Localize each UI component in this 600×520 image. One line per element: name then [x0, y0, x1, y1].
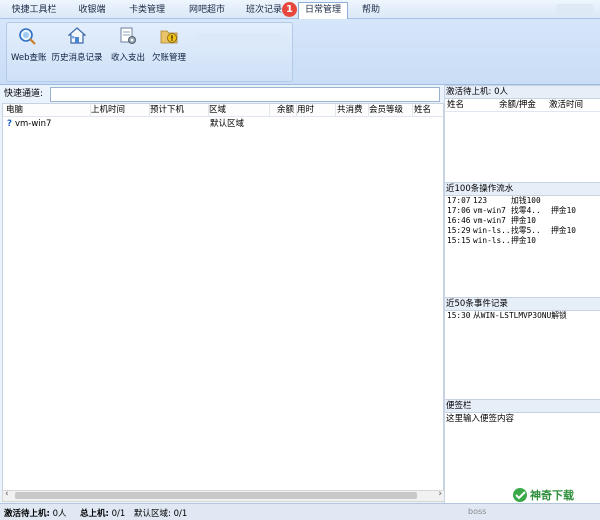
- activate-col-time[interactable]: 激活时间: [549, 99, 583, 111]
- income-expense-button[interactable]: 收入支出: [108, 27, 148, 63]
- col-used-time[interactable]: 用时: [297, 104, 336, 116]
- magnifier-icon: [18, 27, 36, 45]
- activate-title: 激活待上机: 0人: [445, 86, 600, 99]
- event-text: 从WIN-LSTLMVP3ONU解锁: [473, 311, 567, 320]
- tab-cafe-market[interactable]: 网吧超市: [182, 3, 232, 18]
- col-name[interactable]: 姓名: [414, 104, 442, 116]
- op-who: 123: [473, 196, 488, 205]
- scroll-thumb[interactable]: [15, 492, 417, 499]
- col-member-level[interactable]: 会员等级: [369, 104, 413, 116]
- status-area-label: 默认区域:: [134, 509, 171, 519]
- area-cell: 默认区域: [210, 119, 245, 129]
- activate-col-balance[interactable]: 余额/押金: [499, 99, 536, 111]
- watermark-logo: 神奇下载: [510, 484, 598, 506]
- menu-tab-bar: 快捷工具栏 收银端 卡类管理 网吧超市 班次记录 日常管理 帮助 1: [0, 0, 600, 19]
- window-controls[interactable]: [556, 4, 594, 14]
- svg-text:神奇下载: 神奇下载: [530, 488, 574, 502]
- status-online-label: 总上机:: [80, 509, 109, 519]
- col-balance[interactable]: 余额: [270, 104, 297, 116]
- col-area[interactable]: 区域: [209, 104, 270, 116]
- tab-card-management[interactable]: 卡类管理: [122, 3, 172, 18]
- activate-col-name[interactable]: 姓名: [447, 99, 464, 111]
- event-time: 15:30: [447, 311, 471, 320]
- op-who: win-ls..: [473, 236, 511, 245]
- status-activate-label: 激活待上机:: [4, 509, 50, 519]
- op-time: 15:15: [447, 236, 471, 245]
- op-action: 押金10: [511, 236, 536, 245]
- tab-daily-management[interactable]: 日常管理: [298, 2, 348, 19]
- status-online-value: 0/1: [111, 509, 126, 519]
- status-activate: 激活待上机: 0人: [4, 507, 67, 519]
- list-item: 15:15 win-ls.. 押金10: [445, 236, 600, 246]
- computer-name: vm-win7: [14, 119, 52, 129]
- document-gear-icon: [119, 27, 137, 45]
- status-area-value: 0/1: [173, 509, 188, 519]
- tab-cashier[interactable]: 收银端: [72, 3, 112, 18]
- op-extra: 押金10: [551, 206, 576, 215]
- operations-title: 近100条操作流水: [445, 183, 600, 196]
- op-extra: 押金10: [551, 226, 576, 235]
- status-online: 总上机: 0/1: [80, 507, 125, 519]
- debt-management-button[interactable]: 欠账管理: [149, 27, 189, 63]
- events-title: 近50条事件记录: [445, 298, 600, 311]
- quick-channel-label: 快速通道:: [4, 89, 44, 99]
- activate-panel: 激活待上机: 0人 姓名 余额/押金 激活时间: [444, 85, 600, 183]
- op-who: vm-win7: [473, 206, 506, 215]
- op-time: 17:07: [447, 196, 471, 205]
- ribbon-group-daily: Web查账 历史消息记录 收入支出 欠账管理: [6, 22, 293, 82]
- income-expense-label: 收入支出: [110, 53, 145, 63]
- memo-input[interactable]: 这里输入便签内容: [445, 413, 600, 425]
- scroll-right-icon[interactable]: ›: [438, 489, 442, 499]
- status-activate-value: 0人: [52, 509, 67, 519]
- quick-channel-input[interactable]: [50, 87, 440, 102]
- ribbon: Web查账 历史消息记录 收入支出 欠账管理: [0, 19, 600, 85]
- col-start-time[interactable]: 上机时间: [91, 104, 150, 116]
- debt-management-label: 欠账管理: [151, 53, 186, 63]
- web-ledger-label: Web查账: [11, 53, 47, 63]
- op-time: 16:46: [447, 216, 471, 225]
- op-time: 15:29: [447, 226, 471, 235]
- horizontal-scrollbar[interactable]: ‹ ›: [2, 489, 445, 502]
- memo-title: 便签栏: [445, 400, 600, 413]
- op-action: 找零5..: [511, 226, 541, 235]
- op-time: 17:06: [447, 206, 471, 215]
- operations-list: 17:07 123 加钱100 17:06 vm-win7 找零4.. 押金10…: [445, 196, 600, 256]
- computer-cell: ? vm-win7: [7, 118, 51, 130]
- message-history-label: 历史消息记录: [51, 53, 103, 63]
- list-item: 17:07 123 加钱100: [445, 196, 600, 206]
- list-item: 15:30 从WIN-LSTLMVP3ONU解锁: [445, 311, 600, 321]
- table-row[interactable]: ? vm-win7 默认区域: [3, 118, 443, 130]
- list-item: 15:29 win-ls.. 找零5.. 押金10: [445, 226, 600, 236]
- op-action: 找零4..: [511, 206, 541, 215]
- operations-panel: 近100条操作流水 17:07 123 加钱100 17:06 vm-win7 …: [444, 182, 600, 298]
- op-who: win-ls..: [473, 226, 511, 235]
- op-action: 押金10: [511, 216, 536, 225]
- col-expected-end[interactable]: 预计下机: [150, 104, 209, 116]
- message-history-button[interactable]: 历史消息记录: [47, 27, 107, 63]
- status-user: boss: [468, 507, 487, 516]
- tab-shift-records[interactable]: 班次记录: [242, 3, 286, 18]
- op-action: 加钱100: [511, 196, 541, 205]
- tab-help[interactable]: 帮助: [356, 3, 386, 18]
- house-icon: [67, 27, 87, 45]
- col-total-spend[interactable]: 共消费: [337, 104, 369, 116]
- events-list: 15:30 从WIN-LSTLMVP3ONU解锁: [445, 311, 600, 321]
- status-area: 默认区域: 0/1: [134, 507, 187, 519]
- web-ledger-button[interactable]: Web查账: [11, 27, 47, 63]
- scroll-left-icon[interactable]: ‹: [5, 489, 9, 499]
- col-computer[interactable]: 电脑: [6, 104, 91, 116]
- question-mark-icon: ?: [7, 119, 12, 129]
- events-panel: 近50条事件记录 15:30 从WIN-LSTLMVP3ONU解锁: [444, 297, 600, 400]
- computer-table: 电脑 上机时间 预计下机 区域 余额 用时 共消费 会员等级 姓名 ? vm-wi…: [2, 103, 444, 491]
- table-header: 电脑 上机时间 预计下机 区域 余额 用时 共消费 会员等级 姓名: [3, 104, 443, 117]
- activate-header: 姓名 余额/押金 激活时间: [445, 99, 600, 112]
- tab-quick-toolbar[interactable]: 快捷工具栏: [6, 3, 62, 18]
- op-who: vm-win7: [473, 216, 506, 225]
- step-badge: 1: [282, 2, 297, 17]
- list-item: 17:06 vm-win7 找零4.. 押金10: [445, 206, 600, 216]
- ribbon-strip: [197, 33, 287, 45]
- list-item: 16:46 vm-win7 押金10: [445, 216, 600, 226]
- folder-warning-icon: [160, 27, 178, 45]
